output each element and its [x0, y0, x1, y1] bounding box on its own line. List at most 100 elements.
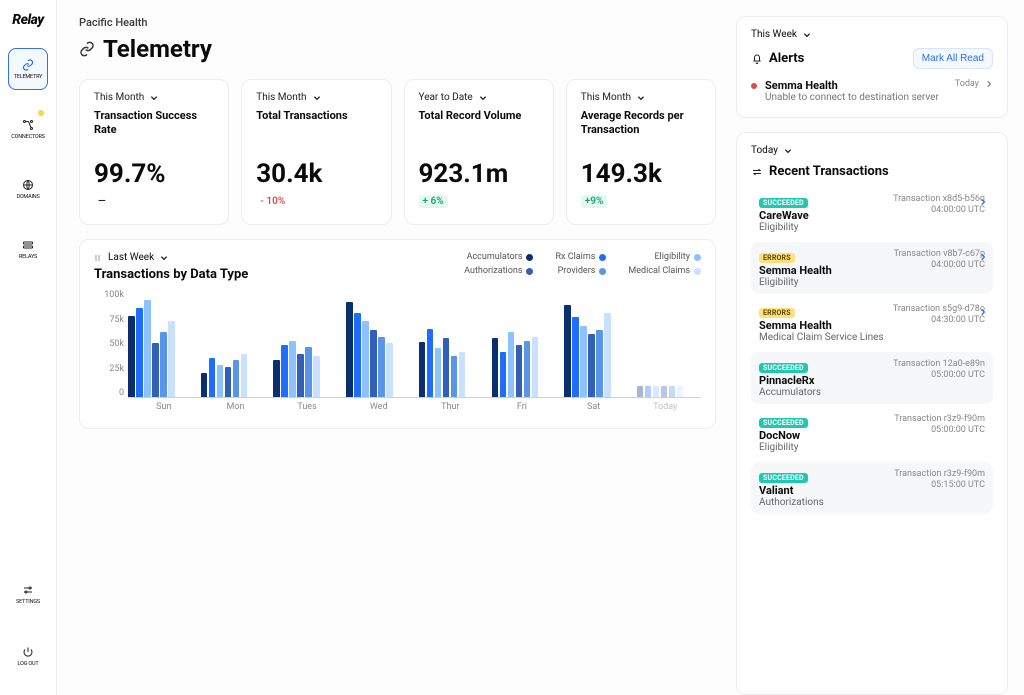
bar — [580, 326, 587, 397]
bar — [152, 343, 159, 397]
kpi-range-select[interactable]: Year to Date — [419, 92, 539, 103]
bar — [201, 373, 208, 397]
sidebar-item-settings[interactable]: SETTINGS — [8, 573, 48, 615]
chart-legend: Accumulators Rx Claims Eligibility Authoriz… — [464, 252, 701, 276]
kpi-range-select[interactable]: This Month — [256, 92, 376, 103]
kpi-card: Year to DateTotal Record Volume923.1m+ 6… — [404, 79, 554, 225]
legend-label: Authorizations — [464, 266, 522, 276]
power-icon — [21, 645, 35, 659]
y-tick: 50k — [94, 339, 124, 349]
bar — [386, 343, 393, 397]
transaction-item[interactable]: SUCCEEDEDValiantAuthorizationsTransactio… — [751, 462, 993, 514]
legend-item[interactable]: Providers — [555, 266, 606, 276]
bar-group — [128, 300, 192, 397]
y-tick: 75k — [94, 315, 124, 325]
chart-x-axis: SunMonTuesWedThurFriSatToday — [128, 402, 701, 412]
brand-logo: Relay — [12, 12, 43, 28]
sidebar-item-domains[interactable]: DOMAINS — [8, 168, 48, 210]
link-icon — [79, 41, 95, 57]
bar — [378, 337, 385, 397]
bar — [305, 347, 312, 397]
chevron-right-icon — [979, 198, 987, 206]
bar — [669, 386, 676, 397]
legend-item[interactable]: Eligibility — [628, 252, 701, 262]
bar-group — [273, 341, 337, 397]
kpi-range-label: This Month — [256, 92, 306, 103]
legend-item[interactable]: Accumulators — [464, 252, 533, 262]
connectors-icon — [21, 118, 35, 132]
transaction-id: Transaction r3z9-f90m — [894, 469, 985, 479]
y-tick: 0 — [94, 388, 124, 398]
legend-swatch-icon — [599, 268, 606, 275]
legend-item[interactable]: Medical Claims — [628, 266, 701, 276]
swap-icon — [751, 166, 763, 178]
bar-group — [419, 329, 483, 397]
transaction-id: Transaction r3z9-f90m — [894, 414, 985, 424]
transactions-range-select[interactable]: Today — [751, 145, 993, 156]
transaction-name: DocNow — [759, 429, 886, 442]
alerts-title-text: Alerts — [769, 51, 804, 66]
legend-item[interactable]: Rx Claims — [555, 252, 606, 262]
bar-group — [564, 305, 628, 397]
alert-item[interactable]: Semma Health Unable to connect to destin… — [751, 69, 993, 105]
kpi-card: This MonthTotal Transactions30.4k- 10% — [241, 79, 391, 225]
bar — [289, 341, 296, 397]
x-tick: Tues — [271, 402, 343, 412]
bar — [459, 352, 466, 397]
sidebar-item-telemetry[interactable]: TELEMETRY — [8, 48, 48, 90]
kpi-title: Total Record Volume — [419, 109, 539, 137]
x-tick: Thur — [415, 402, 487, 412]
y-tick: 25k — [94, 364, 124, 374]
link-icon — [21, 58, 35, 72]
bar — [572, 317, 579, 397]
bar-group — [637, 386, 701, 397]
bar — [524, 341, 531, 397]
sidebar-item-label: TELEMETRY — [14, 74, 43, 80]
alert-status-dot-icon — [751, 83, 757, 89]
transaction-item[interactable]: SUCCEEDEDPinnacleRxAccumulatorsTransacti… — [751, 352, 993, 404]
bar — [596, 330, 603, 397]
bar — [661, 386, 668, 397]
kpi-title: Average Records per Transaction — [581, 109, 701, 137]
transaction-name: CareWave — [759, 209, 885, 222]
transaction-item[interactable]: ERRORSSemma HealthEligibilityTransaction… — [751, 242, 993, 294]
transaction-type: Eligibility — [759, 442, 886, 453]
bar — [677, 386, 684, 397]
chevron-right-icon — [985, 80, 993, 88]
alerts-range-select[interactable]: This Week — [751, 29, 993, 40]
sidebar-item-connectors[interactable]: CONNECTORS — [8, 108, 48, 150]
transaction-name: Semma Health — [759, 319, 885, 332]
kpi-range-select[interactable]: This Month — [94, 92, 214, 103]
transaction-item[interactable]: SUCCEEDEDCareWaveEligibilityTransaction … — [751, 187, 993, 239]
alerts-title: Alerts — [751, 51, 804, 66]
mark-all-read-button[interactable]: Mark All Read — [913, 48, 993, 69]
kpi-range-select[interactable]: This Month — [581, 92, 701, 103]
bar — [508, 332, 515, 397]
transaction-item[interactable]: SUCCEEDEDDocNowEligibilityTransaction r3… — [751, 407, 993, 459]
transaction-time: 04:30:00 UTC — [893, 315, 985, 325]
kpi-delta: - 10% — [256, 195, 289, 208]
legend-label: Eligibility — [654, 252, 690, 262]
kpi-card: This MonthTransaction Success Rate99.7%— — [79, 79, 229, 225]
bar — [443, 338, 450, 397]
chart-range-select[interactable]: Last Week — [94, 252, 248, 263]
transaction-name: Semma Health — [759, 264, 886, 277]
bar — [451, 356, 458, 397]
sliders-icon — [21, 583, 35, 597]
kpi-delta: — — [94, 195, 110, 208]
status-badge: SUCCEEDED — [759, 198, 808, 208]
bar — [653, 386, 660, 397]
chevron-down-icon — [803, 31, 811, 39]
transactions-title-text: Recent Transactions — [769, 164, 889, 179]
legend-item[interactable]: Authorizations — [464, 266, 533, 276]
sidebar: Relay TELEMETRY CONNECTORS DOMAINS RELA — [0, 0, 57, 695]
transactions-range-label: Today — [751, 145, 778, 156]
drag-handle-icon — [94, 254, 102, 262]
sidebar-item-logout[interactable]: LOG OUT — [8, 635, 48, 677]
transaction-type: Eligibility — [759, 277, 886, 288]
chevron-down-icon — [784, 147, 792, 155]
transactions-panel: Today Recent Transactions SUCCEEDEDCareW… — [736, 132, 1008, 695]
status-badge: ERRORS — [759, 253, 795, 263]
transaction-item[interactable]: ERRORSSemma HealthMedical Claim Service … — [751, 297, 993, 349]
sidebar-item-relays[interactable]: RELAYS — [8, 228, 48, 270]
